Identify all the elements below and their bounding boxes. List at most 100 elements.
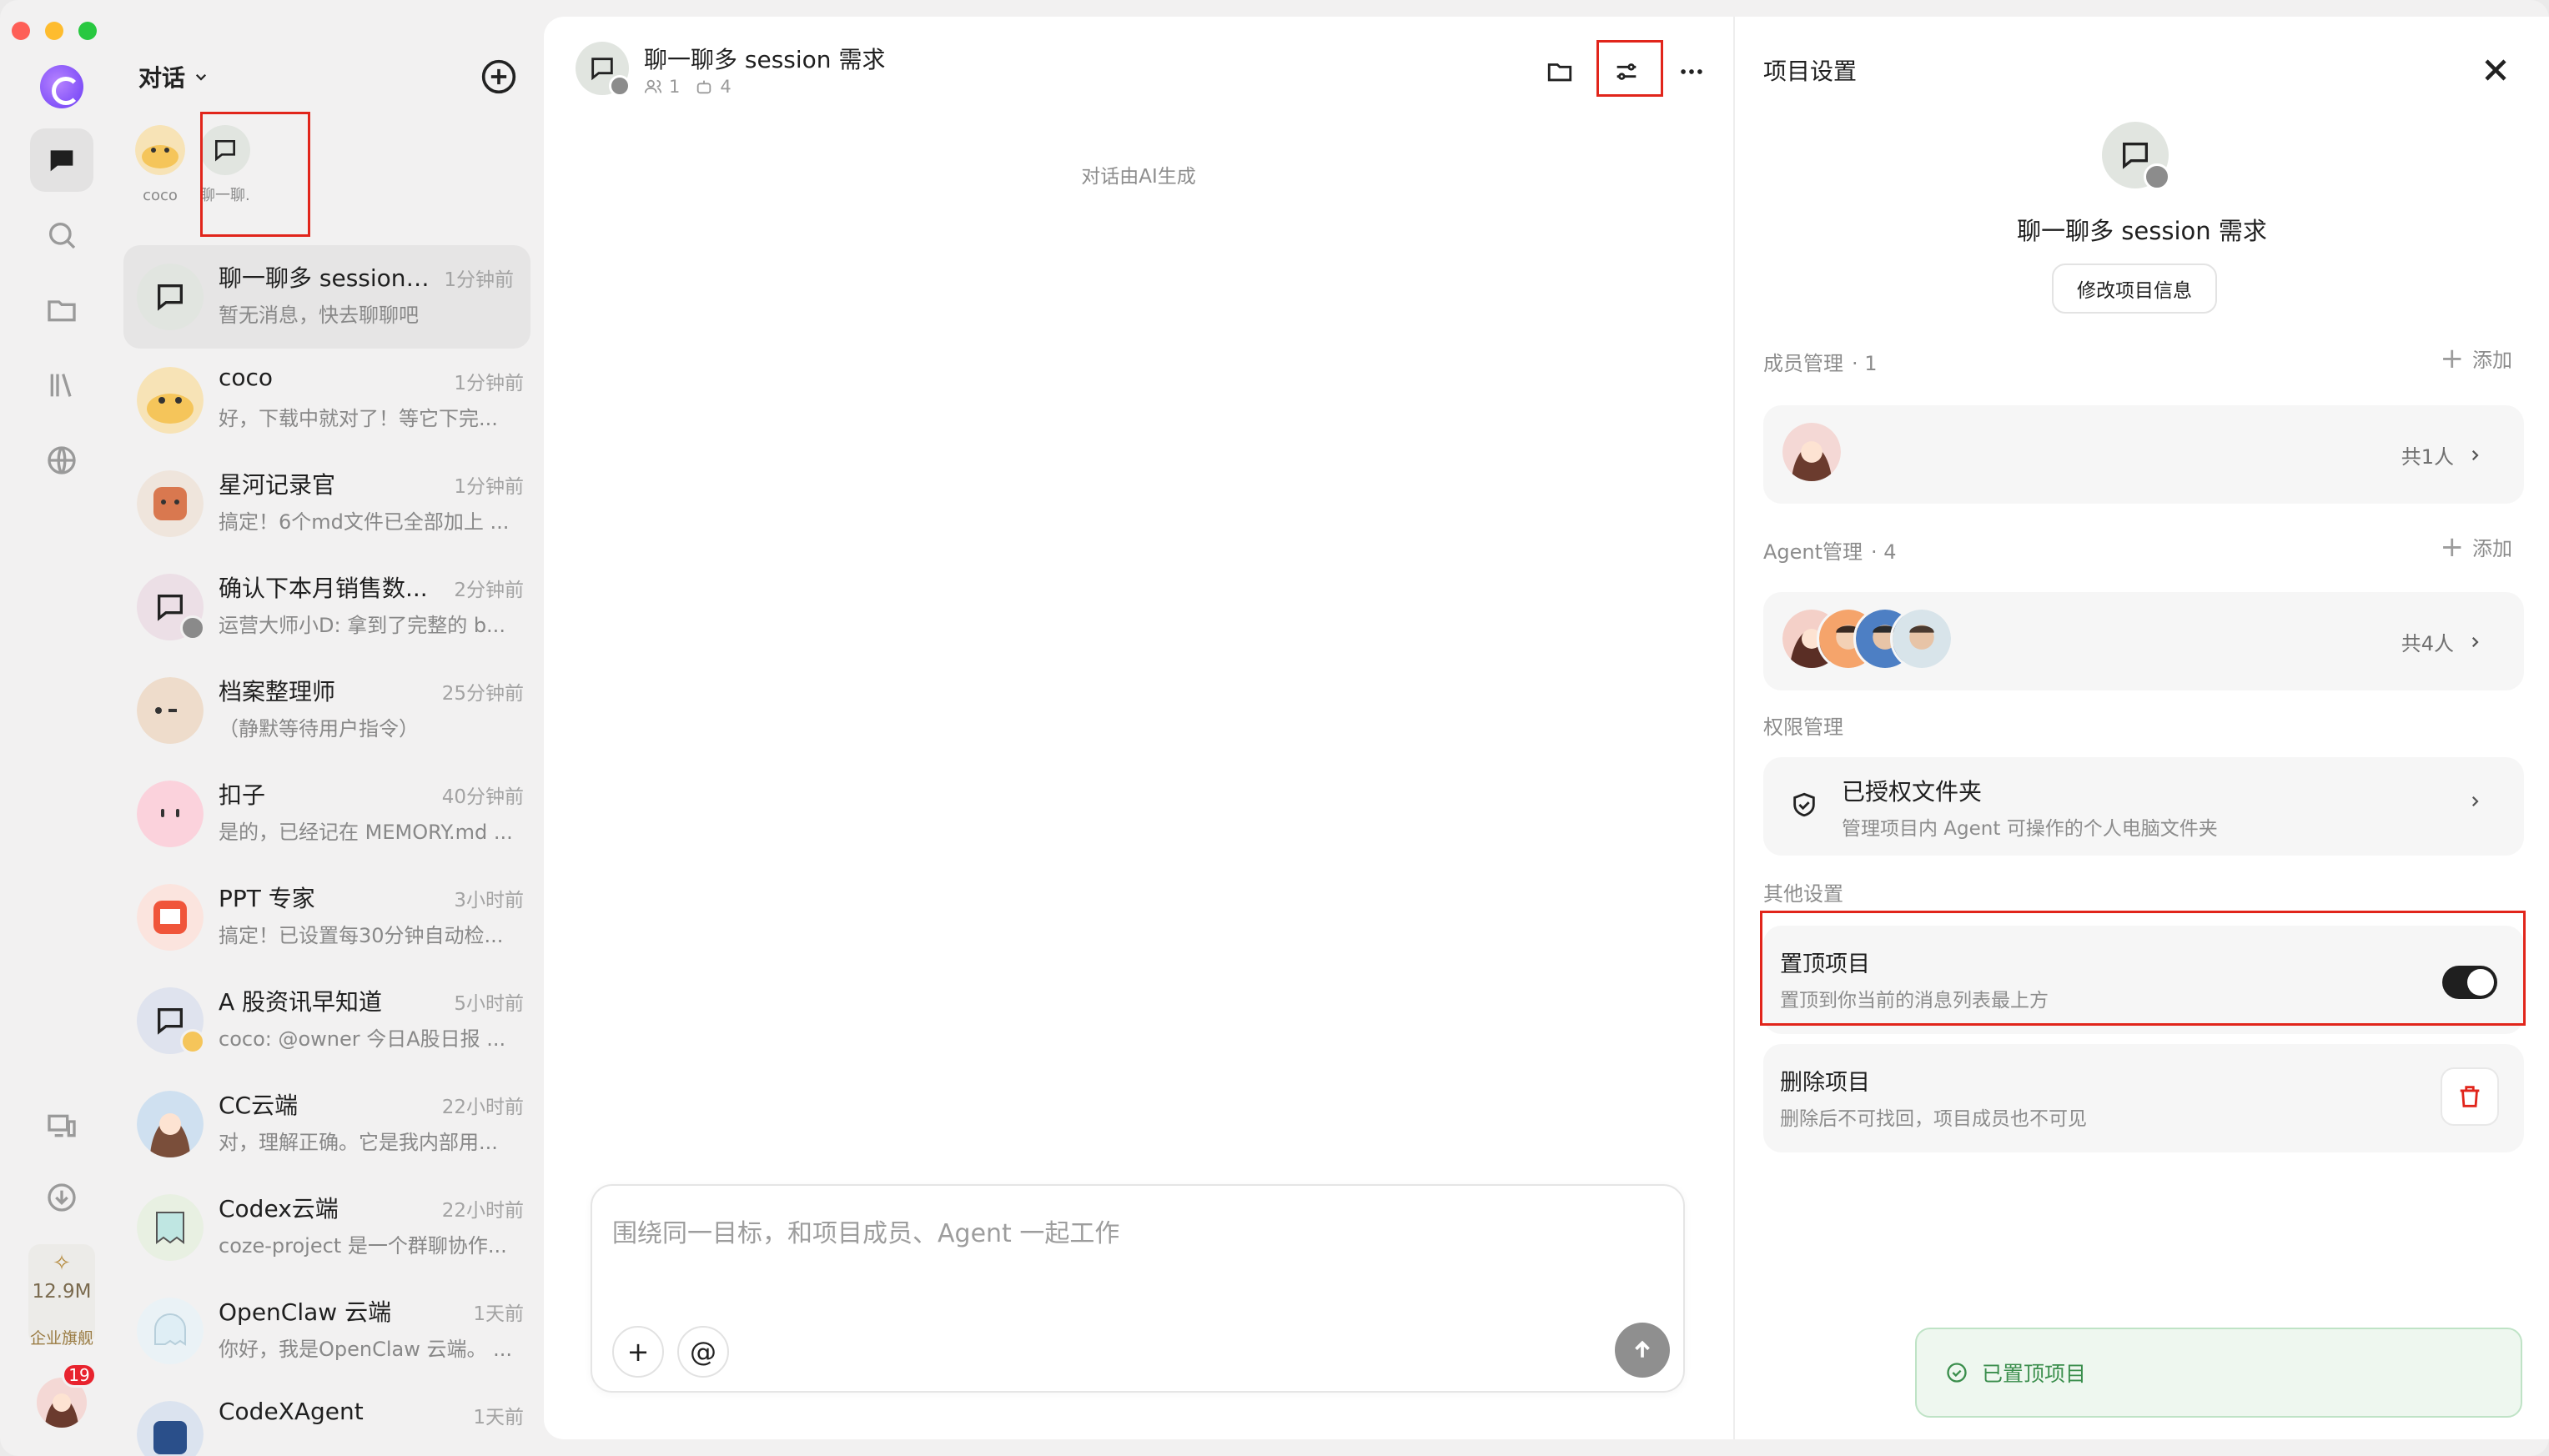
member-avatars — [1780, 420, 1843, 484]
project-avatar-large — [2102, 122, 2170, 190]
usage-value: 12.9M — [32, 1281, 92, 1303]
folder-icon — [48, 300, 76, 322]
members-label: 成员管理 — [1763, 352, 1843, 375]
files-button[interactable] — [1541, 53, 1578, 90]
conversation-preview: （静默等待用户指令） — [219, 717, 419, 741]
download-icon — [48, 1183, 76, 1212]
delete-subtitle: 删除后不可找回，项目成员也不可见 — [1780, 1108, 2087, 1130]
add-label: 添加 — [2472, 537, 2512, 560]
pinned-coco[interactable]: coco — [135, 125, 185, 205]
trash-icon — [2460, 1086, 2480, 1107]
chat-square-icon — [158, 1008, 183, 1035]
conversation-item[interactable]: Codex云端 22小时前 coze-project 是一个群聊协作... — [123, 1176, 540, 1279]
more-dots-icon — [1681, 69, 1702, 74]
member-mini-avatar — [180, 615, 205, 640]
conversation-time: 2分钟前 — [454, 580, 524, 601]
nav-rail: ✧ 12.9M 企业旗舰 19 — [0, 0, 123, 1456]
conversation-preview: 暂无消息，快去聊聊吧 — [219, 304, 419, 327]
app-logo-icon — [40, 65, 83, 108]
conversation-time: 22小时前 — [441, 1097, 524, 1118]
delete-project-button[interactable] — [2441, 1067, 2499, 1126]
project-settings-panel: 项目设置 聊一聊多 session 需求 修改项目信息 成员管理 · 1 + 添加… — [1733, 17, 2549, 1439]
highlight-box-pin — [1760, 911, 2526, 1026]
close-icon[interactable] — [2477, 52, 2514, 88]
nav-devices-button[interactable] — [30, 1094, 93, 1157]
members-total-text: 共1人 — [2401, 445, 2454, 469]
search-icon — [49, 223, 76, 249]
conversation-column: 对话 coco 聊一聊... 聊一聊多 session ... 1分钟前 暂无 — [123, 0, 544, 1456]
nav-folder-button[interactable] — [30, 279, 93, 342]
agents-total-text: 共4人 — [2401, 632, 2454, 655]
conversation-name: CC云端 — [219, 1092, 299, 1119]
agents-section-label: Agent管理 · 4 — [1763, 535, 1897, 565]
conversation-item[interactable]: 扣子 40分钟前 是的，已经记在 MEMORY.md ... — [123, 762, 540, 866]
authorized-folders-card[interactable]: 已授权文件夹 管理项目内 Agent 可操作的个人电脑文件夹 — [1763, 757, 2524, 856]
mention-button[interactable]: @ — [677, 1326, 729, 1378]
chevron-right-icon — [2471, 449, 2479, 460]
archivist-avatar-icon — [137, 677, 204, 744]
ai-generated-note: 对话由AI生成 — [1081, 166, 1196, 188]
ppt-avatar-icon — [137, 884, 204, 951]
nav-search-button[interactable] — [30, 203, 93, 267]
more-button[interactable] — [1673, 53, 1710, 90]
conversation-time: 40分钟前 — [441, 786, 524, 808]
conversation-list: 聊一聊多 session ... 1分钟前 暂无消息，快去聊聊吧 coco 1分… — [123, 245, 544, 1456]
cc-avatar-icon — [137, 1091, 204, 1157]
conversation-name: 扣子 — [219, 781, 266, 809]
conversation-time: 3小时前 — [454, 890, 524, 911]
conversation-filter-dropdown[interactable]: 对话 — [138, 57, 209, 97]
highlight-box-settings — [1596, 40, 1663, 97]
conversation-preview: 运营大师小D: 拿到了完整的 b... — [219, 614, 505, 637]
devices-icon — [48, 1114, 76, 1137]
nav-chat-button[interactable] — [30, 128, 93, 192]
nav-globe-button[interactable] — [30, 429, 93, 492]
robot-icon — [697, 80, 711, 94]
message-composer[interactable]: 围绕同一目标，和项目成员、Agent 一起工作 + @ — [591, 1184, 1685, 1393]
delete-project-card: 删除项目 删除后不可找回，项目成员也不可见 — [1763, 1044, 2524, 1152]
conversation-item[interactable]: CodeXAgent 1天前 — [123, 1383, 540, 1456]
chat-square-icon — [158, 284, 183, 311]
conversation-preview: 对，理解正确。它是我内部用... — [219, 1131, 498, 1154]
attach-button[interactable]: + — [612, 1326, 664, 1378]
conversation-item[interactable]: OpenClaw 云端 1天前 你好，我是OpenClaw 云端。 ... — [123, 1279, 540, 1383]
conversation-item[interactable]: CC云端 22小时前 对，理解正确。它是我内部用... — [123, 1072, 540, 1176]
conversation-item[interactable]: 星河记录官 1分钟前 搞定！6个md文件已全部加上 ... — [123, 452, 540, 555]
arrow-up-icon — [1635, 1340, 1650, 1358]
members-card[interactable]: 共1人 — [1763, 405, 2524, 504]
add-agent-button[interactable]: + 添加 — [2441, 532, 2513, 561]
globe-icon — [48, 446, 76, 474]
conversation-name: 聊一聊多 session ... — [219, 264, 435, 292]
new-conversation-icon[interactable] — [480, 58, 517, 95]
nav-library-button[interactable] — [30, 354, 93, 417]
conversation-item[interactable]: PPT 专家 3小时前 搞定！已设置每30分钟自动检... — [123, 866, 540, 969]
unread-badge: 19 — [62, 1363, 97, 1388]
add-member-button[interactable]: + 添加 — [2441, 344, 2513, 373]
nav-download-button[interactable] — [30, 1166, 93, 1229]
conversation-item[interactable]: coco 1分钟前 好，下载中就对了！等它下完... — [123, 349, 540, 452]
member-avatar-icon — [1780, 420, 1843, 484]
conversation-name: coco — [219, 364, 274, 391]
conversation-preview: coco: @owner 今日A股日报 ... — [219, 1027, 506, 1051]
agents-card[interactable]: 共4人 — [1763, 592, 2524, 690]
delete-title: 删除项目 — [1780, 1070, 1870, 1096]
edit-project-button[interactable]: 修改项目信息 — [2052, 264, 2217, 314]
conversation-name: OpenClaw 云端 — [219, 1298, 392, 1326]
conversation-preview: 你好，我是OpenClaw 云端。 ... — [219, 1338, 513, 1361]
conversation-item[interactable]: A 股资讯早知道 5小时前 coco: @owner 今日A股日报 ... — [123, 969, 540, 1072]
conversation-item[interactable]: 确认下本月销售数... 2分钟前 运营大师小D: 拿到了完整的 b... — [123, 555, 540, 659]
people-icon — [644, 79, 662, 93]
conversation-preview: 搞定！6个md文件已全部加上 ... — [219, 510, 510, 534]
plus-icon: + — [2440, 341, 2465, 375]
conversation-name: PPT 专家 — [219, 885, 315, 912]
members-count: · 1 — [1852, 352, 1878, 375]
send-button[interactable] — [1615, 1323, 1670, 1378]
conversation-name: A 股资讯早知道 — [219, 988, 383, 1016]
conversation-time: 1天前 — [473, 1407, 524, 1428]
conversation-item[interactable]: 档案整理师 25分钟前 （静默等待用户指令） — [123, 659, 540, 762]
chat-title: 聊一聊多 session 需求 — [644, 46, 886, 73]
other-settings-label: 其他设置 — [1763, 882, 1843, 906]
shield-check-icon — [1793, 792, 1815, 817]
conversation-time: 25分钟前 — [441, 683, 524, 705]
conversation-item[interactable]: 聊一聊多 session ... 1分钟前 暂无消息，快去聊聊吧 — [123, 245, 530, 349]
project-avatar — [576, 42, 631, 97]
